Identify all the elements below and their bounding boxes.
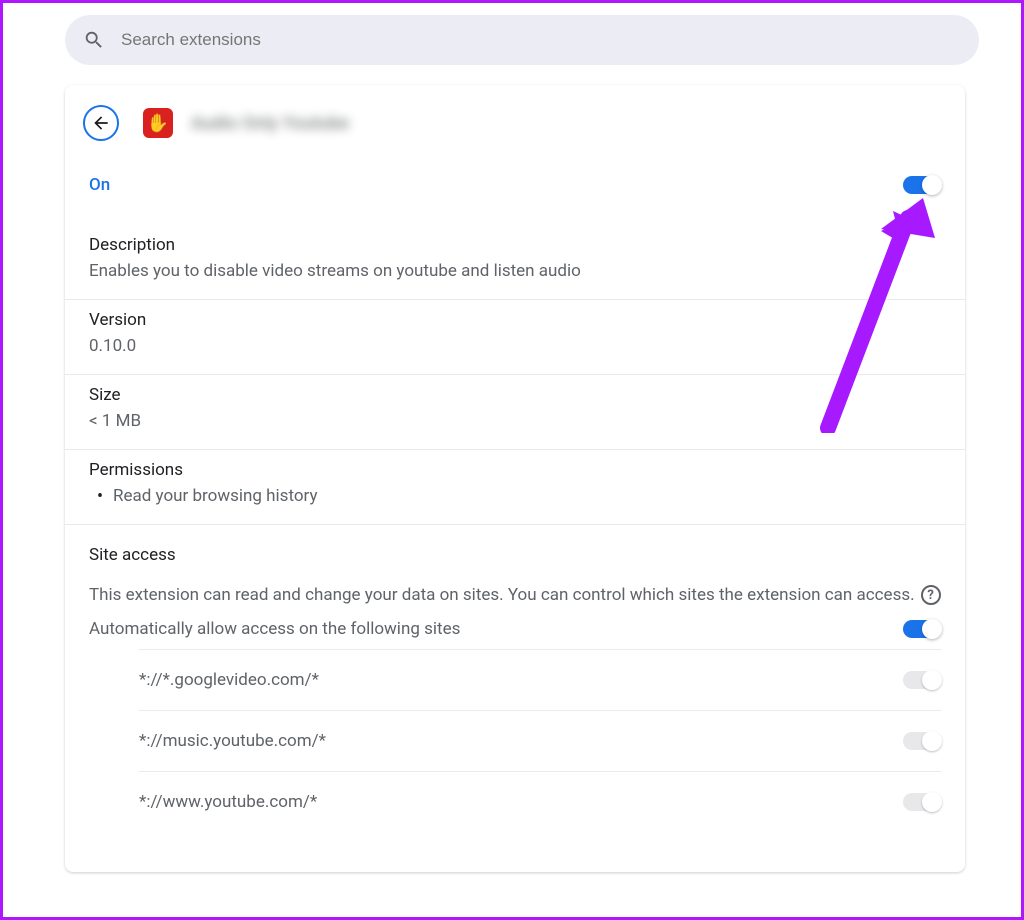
site-toggle[interactable] (903, 732, 941, 750)
site-url: *://www.youtube.com/* (139, 792, 317, 812)
size-value: < 1 MB (89, 411, 941, 431)
site-row: *://*.googlevideo.com/* (139, 649, 941, 710)
site-url: *://*.googlevideo.com/* (139, 670, 319, 690)
version-value: 0.10.0 (89, 336, 941, 356)
extension-icon: ✋ (143, 108, 173, 138)
version-label: Version (89, 310, 941, 330)
search-input[interactable] (121, 30, 961, 50)
permissions-label: Permissions (89, 460, 941, 480)
site-url: *://music.youtube.com/* (139, 731, 326, 751)
site-access-description: This extension can read and change your … (89, 585, 915, 605)
site-access-title: Site access (89, 545, 941, 565)
arrow-left-icon (91, 113, 111, 133)
extension-name: Audio Only Youtube (191, 113, 349, 134)
permission-item: Read your browsing history (89, 486, 941, 506)
enable-toggle[interactable] (903, 176, 941, 194)
extension-detail-card: ✋ Audio Only Youtube On Description Enab… (65, 85, 965, 872)
back-button[interactable] (83, 105, 119, 141)
auto-allow-label: Automatically allow access on the follow… (89, 619, 460, 639)
help-icon[interactable]: ? (921, 585, 941, 605)
site-toggle[interactable] (903, 671, 941, 689)
site-row: *://music.youtube.com/* (139, 710, 941, 771)
description-value: Enables you to disable video streams on … (89, 261, 941, 281)
size-label: Size (89, 385, 941, 405)
site-row: *://www.youtube.com/* (139, 771, 941, 832)
auto-allow-toggle[interactable] (903, 620, 941, 638)
description-label: Description (89, 235, 941, 255)
search-icon (83, 29, 105, 51)
on-label: On (89, 175, 110, 195)
search-bar[interactable] (65, 15, 979, 65)
site-toggle[interactable] (903, 793, 941, 811)
